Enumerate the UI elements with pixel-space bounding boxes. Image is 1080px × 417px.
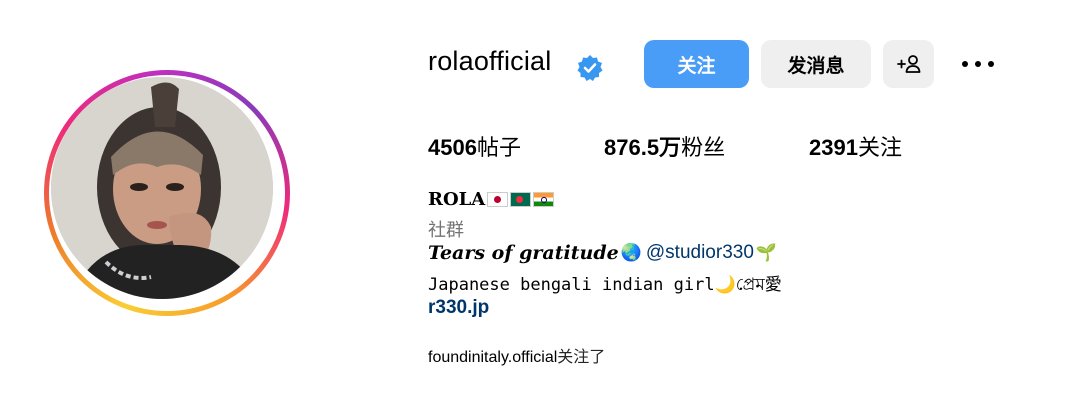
followers-label: 粉丝 bbox=[681, 135, 726, 160]
bio-name: ROLA bbox=[428, 189, 555, 210]
india-flag-icon bbox=[533, 192, 555, 207]
bio-description: Japanese bengali indian girl🌙প্রেম愛 bbox=[428, 270, 782, 300]
bangladesh-flag-icon bbox=[510, 192, 532, 207]
bio-category: 社群 bbox=[428, 220, 464, 240]
followers-count: 876.5万 bbox=[604, 135, 682, 160]
bio-description-tail: প্রেম愛 bbox=[735, 275, 782, 295]
following-count: 2391 bbox=[809, 135, 858, 160]
posts-count: 4506 bbox=[428, 135, 477, 160]
display-name: ROLA bbox=[428, 189, 486, 210]
following-label: 关注 bbox=[857, 135, 902, 160]
moon-icon: 🌙 bbox=[714, 275, 736, 295]
add-user-button[interactable] bbox=[883, 40, 934, 88]
posts-label: 帖子 bbox=[476, 135, 521, 160]
followed-by[interactable]: foundinitaly.official关注了 bbox=[428, 343, 605, 367]
followed-by-suffix: 关注了 bbox=[557, 349, 606, 366]
bio-tagline: Tears of gratitude bbox=[428, 242, 619, 264]
avatar[interactable] bbox=[51, 77, 273, 299]
message-button[interactable]: 发消息 bbox=[761, 40, 871, 88]
follow-button[interactable]: 关注 bbox=[644, 40, 749, 88]
seedling-icon: 🌱 bbox=[755, 243, 778, 262]
mention-link[interactable]: @studior330 bbox=[646, 242, 754, 264]
following-stat[interactable]: 2391关注 bbox=[809, 130, 902, 162]
story-ring[interactable] bbox=[44, 70, 290, 316]
verified-badge-icon bbox=[577, 55, 603, 81]
japan-flag-icon bbox=[487, 192, 509, 207]
globe-icon: 🌏 bbox=[620, 243, 642, 262]
username: rolaofficial bbox=[428, 46, 552, 76]
ellipsis-icon[interactable] bbox=[958, 53, 998, 75]
add-user-icon bbox=[896, 55, 920, 73]
followed-by-account[interactable]: foundinitaly.official bbox=[428, 349, 557, 366]
bio-tagline-line: Tears of gratitude 🌏 @studior330 🌱 bbox=[428, 242, 777, 264]
bio-website-link[interactable]: r330.jp bbox=[428, 297, 489, 319]
posts-stat: 4506帖子 bbox=[428, 130, 521, 162]
bio-description-text: Japanese bengali indian girl bbox=[428, 275, 715, 295]
avatar-image bbox=[51, 77, 273, 299]
followers-stat[interactable]: 876.5万粉丝 bbox=[604, 130, 725, 162]
